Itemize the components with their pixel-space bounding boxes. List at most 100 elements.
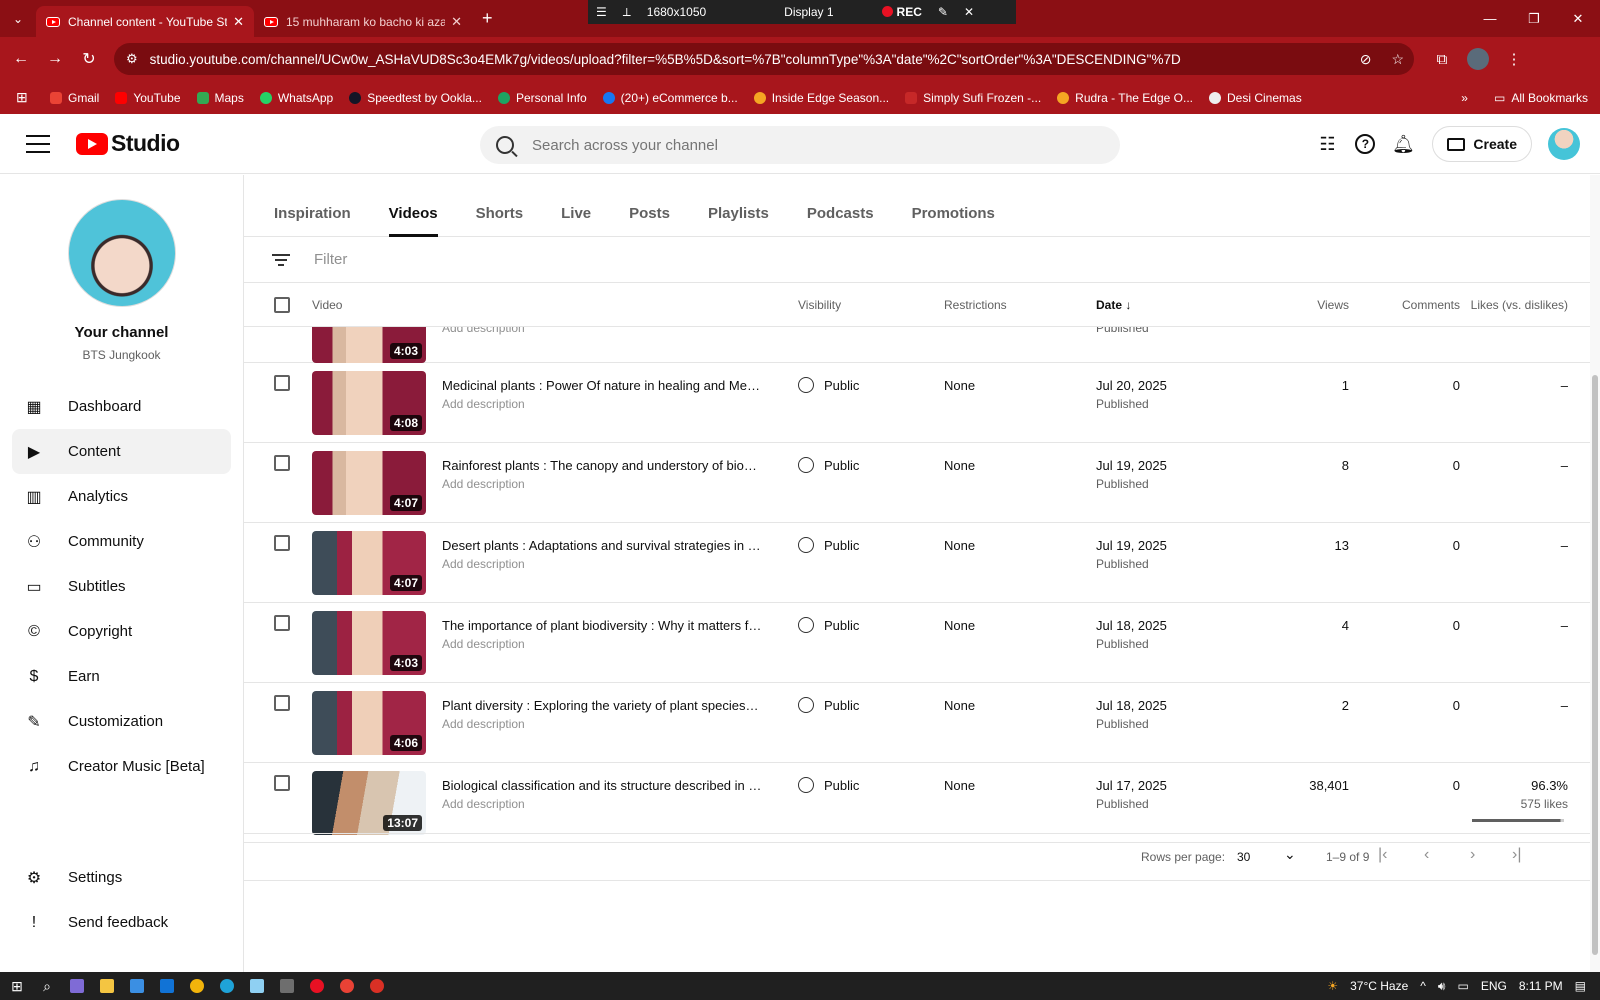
visibility-cell[interactable]: Public: [798, 697, 859, 713]
table-row[interactable]: 4:03 The importance of plant biodiversit…: [244, 603, 1590, 683]
apps-icon[interactable]: ⊞: [16, 89, 40, 106]
column-date[interactable]: Date ↓: [1096, 298, 1131, 312]
tab-shorts[interactable]: Shorts: [476, 205, 524, 236]
tab-close-icon[interactable]: ✕: [233, 14, 244, 30]
video-description[interactable]: Add description: [442, 557, 525, 571]
eye-off-icon[interactable]: ⊘: [1360, 51, 1372, 68]
table-row[interactable]: 4:07 Desert plants : Adaptations and sur…: [244, 523, 1590, 603]
clock[interactable]: 8:11 PM: [1519, 979, 1563, 993]
tab-search-icon[interactable]: ⌄: [0, 0, 36, 37]
new-tab-icon[interactable]: +: [482, 8, 493, 29]
rows-per-page-select[interactable]: 30: [1237, 850, 1250, 864]
notifications-bell-icon[interactable]: 🔔︎: [1384, 125, 1422, 163]
filter-icon[interactable]: [272, 253, 290, 266]
help-icon[interactable]: ?: [1346, 125, 1384, 163]
sidebar-item-analytics[interactable]: ▥ Analytics: [12, 474, 231, 519]
tab-posts[interactable]: Posts: [629, 205, 670, 236]
video-description[interactable]: Add description: [442, 397, 525, 411]
bookmark-personal-info[interactable]: Personal Info: [497, 91, 587, 105]
back-icon[interactable]: ←: [4, 42, 38, 76]
tab-promotions[interactable]: Promotions: [912, 205, 995, 236]
bookmark-simply-sufi[interactable]: Simply Sufi Frozen -...: [905, 91, 1041, 105]
all-bookmarks-link[interactable]: All Bookmarks: [1511, 91, 1588, 105]
file-explorer-icon[interactable]: [92, 972, 122, 1000]
filter-input[interactable]: Filter: [314, 251, 347, 268]
profile-avatar[interactable]: [1467, 48, 1489, 70]
bookmark-youtube[interactable]: YouTube: [115, 91, 181, 105]
reload-icon[interactable]: ↻: [72, 42, 106, 76]
network-icon[interactable]: ▭: [1457, 979, 1468, 993]
video-description[interactable]: Add description: [442, 327, 525, 335]
windows-start-icon[interactable]: ⊞: [2, 972, 32, 1000]
video-thumbnail[interactable]: 4:07: [312, 451, 426, 515]
rec-button[interactable]: REC: [881, 5, 922, 19]
video-description[interactable]: Add description: [442, 797, 525, 811]
first-page-icon[interactable]: |‹: [1378, 846, 1387, 864]
row-checkbox[interactable]: [274, 455, 290, 471]
browser-tab[interactable]: 15 muhharam ko bacho ki azad ✕: [254, 6, 472, 37]
search-box[interactable]: [480, 126, 1120, 164]
video-description[interactable]: Add description: [442, 477, 525, 491]
tab-inspiration[interactable]: Inspiration: [274, 205, 351, 236]
video-thumbnail[interactable]: 4:06: [312, 691, 426, 755]
search-icon[interactable]: ⌕: [32, 972, 62, 1000]
account-avatar[interactable]: [1548, 128, 1580, 160]
row-checkbox[interactable]: [274, 695, 290, 711]
star-icon[interactable]: ☆: [1391, 51, 1404, 68]
sidebar-item-dashboard[interactable]: ▦ Dashboard: [12, 384, 231, 429]
maximize-icon[interactable]: ❐: [1512, 0, 1556, 37]
scrollbar-thumb[interactable]: [1592, 375, 1598, 955]
store-icon[interactable]: [122, 972, 152, 1000]
visibility-cell[interactable]: Public: [798, 457, 859, 473]
site-info-icon[interactable]: ⚙: [126, 51, 138, 67]
video-thumbnail[interactable]: 4:08: [312, 371, 426, 435]
pin-icon[interactable]: ⟂: [623, 5, 631, 20]
prev-page-icon[interactable]: ‹: [1424, 846, 1429, 864]
more-icon[interactable]: ⋮: [1496, 50, 1532, 68]
video-thumbnail[interactable]: 13:07: [312, 771, 426, 835]
outlook-icon[interactable]: [152, 972, 182, 1000]
tab-podcasts[interactable]: Podcasts: [807, 205, 874, 236]
filter-bar[interactable]: Filter: [244, 237, 1590, 283]
channel-title[interactable]: Your channel: [0, 324, 243, 341]
chrome-icon[interactable]: [362, 972, 392, 1000]
table-row[interactable]: 4:07 Rainforest plants : The canopy and …: [244, 443, 1590, 523]
sidebar-item-content[interactable]: ▶ Content: [12, 429, 231, 474]
create-button[interactable]: Create: [1432, 126, 1532, 162]
visibility-cell[interactable]: Public: [798, 777, 859, 793]
window-close-icon[interactable]: ✕: [1556, 0, 1600, 37]
row-checkbox[interactable]: [274, 535, 290, 551]
chevron-down-icon[interactable]: ⌄: [1284, 846, 1296, 863]
channel-avatar[interactable]: [67, 199, 176, 307]
close-icon[interactable]: ✕: [964, 5, 974, 19]
recorder-icon[interactable]: [302, 972, 332, 1000]
tab-close-icon[interactable]: ✕: [451, 14, 462, 30]
select-all-checkbox[interactable]: [274, 296, 290, 313]
forward-icon[interactable]: →: [38, 42, 72, 76]
pen-icon[interactable]: ✎: [938, 5, 948, 19]
video-title[interactable]: Rainforest plants : The canopy and under…: [442, 458, 762, 473]
row-checkbox[interactable]: [274, 375, 290, 391]
visibility-cell[interactable]: Public: [798, 377, 859, 393]
hamburger-menu-icon[interactable]: [26, 134, 50, 153]
visibility-cell[interactable]: Public: [798, 617, 859, 633]
table-row[interactable]: 4:08 Medicinal plants : Power Of nature …: [244, 363, 1590, 443]
video-thumbnail[interactable]: 4:03: [312, 611, 426, 675]
calculator-icon[interactable]: [272, 972, 302, 1000]
video-title[interactable]: Medicinal plants : Power Of nature in he…: [442, 378, 762, 393]
bookmark-desi-cinemas[interactable]: Desi Cinemas: [1209, 91, 1302, 105]
bookmark-maps[interactable]: Maps: [196, 91, 244, 105]
extensions-icon[interactable]: ⧉: [1424, 51, 1460, 68]
column-restrictions[interactable]: Restrictions: [944, 298, 1007, 312]
sidebar-item-customization[interactable]: ✎ Customization: [12, 699, 231, 744]
vertical-scrollbar[interactable]: [1590, 175, 1600, 972]
table-row[interactable]: 13:07 Biological classification and its …: [244, 763, 1590, 843]
sidebar-item-earn[interactable]: $ Earn: [12, 654, 231, 699]
table-row[interactable]: 4:03 Add description Published: [244, 327, 1590, 363]
next-page-icon[interactable]: ›: [1470, 846, 1475, 864]
edge-icon[interactable]: [212, 972, 242, 1000]
copilot-icon[interactable]: [62, 972, 92, 1000]
visibility-cell[interactable]: Public: [798, 537, 859, 553]
column-visibility[interactable]: Visibility: [798, 298, 841, 312]
video-title[interactable]: Biological classification and its struct…: [442, 778, 762, 793]
